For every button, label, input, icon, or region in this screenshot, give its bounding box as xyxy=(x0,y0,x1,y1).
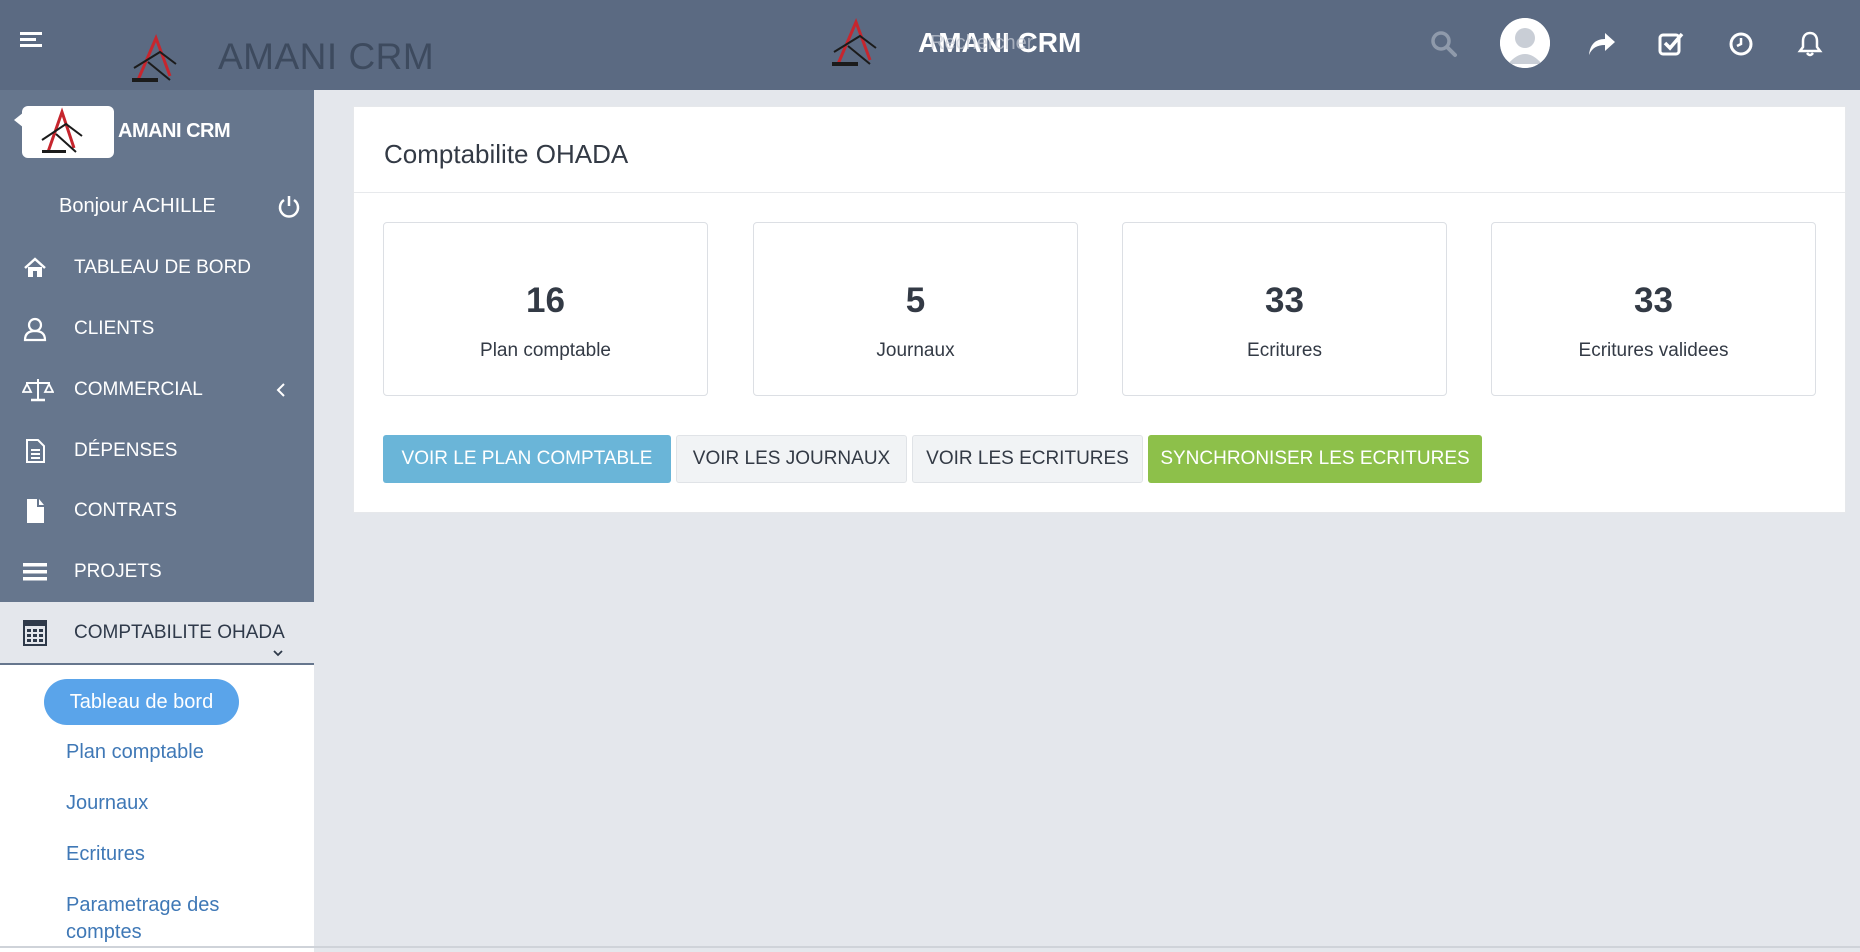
document-icon xyxy=(26,439,45,463)
sidebar-item-comptabilite-ohada[interactable]: COMPTABILITE OHADA xyxy=(0,602,314,663)
sidebar-item-commercial[interactable]: COMMERCIAL xyxy=(0,359,314,420)
stat-label: Ecritures validees xyxy=(1578,340,1729,361)
sidebar-brand-title: AMANI CRM xyxy=(118,120,231,142)
clock-icon[interactable] xyxy=(1721,24,1761,64)
search-placeholder[interactable]: Rechercher xyxy=(930,32,1033,55)
sidebar-item-clients[interactable]: CLIENTS xyxy=(0,298,314,359)
sidebar-item-label: CLIENTS xyxy=(74,318,155,339)
stat-value: 16 xyxy=(526,281,565,320)
stat-card-ecritures-validees: 33 Ecritures validees xyxy=(1491,222,1816,396)
submenu-item-ecritures[interactable]: Ecritures xyxy=(66,843,145,866)
sidebar: AMANI CRM Bonjour ACHILLE TABLEAU DE BOR… xyxy=(0,90,314,952)
synchroniser-ecritures-button[interactable]: SYNCHRONISER LES ECRITURES xyxy=(1148,435,1482,483)
main-panel: Comptabilite OHADA 16 Plan comptable 5 J… xyxy=(353,106,1846,513)
page-title: Comptabilite OHADA xyxy=(384,139,629,169)
sidebar-item-label: COMMERCIAL xyxy=(74,379,203,400)
home-icon xyxy=(24,257,46,277)
app-logo[interactable] xyxy=(130,32,182,86)
sidebar-item-label: TABLEAU DE BORD xyxy=(74,257,252,278)
sidebar-brand-logo[interactable] xyxy=(22,106,114,158)
stat-value: 33 xyxy=(1634,281,1673,320)
share-icon[interactable] xyxy=(1582,24,1622,64)
app-title: AMANI CRM xyxy=(218,36,435,77)
search-icon[interactable] xyxy=(1424,24,1464,64)
stat-value: 33 xyxy=(1265,281,1304,320)
sidebar-item-contrats[interactable]: CONTRATS xyxy=(0,480,314,541)
sidebar-item-depenses[interactable]: DÉPENSES xyxy=(0,420,314,481)
stat-card-plan-comptable: 16 Plan comptable xyxy=(383,222,708,396)
stat-label: Ecritures xyxy=(1247,340,1322,361)
sidebar-item-label: COMPTABILITE OHADA xyxy=(74,622,285,643)
submenu-item-plan-comptable[interactable]: Plan comptable xyxy=(66,741,204,764)
voir-ecritures-button[interactable]: VOIR LES ECRITURES xyxy=(912,435,1143,483)
divider xyxy=(354,192,1845,193)
sidebar-item-label: PROJETS xyxy=(74,561,162,582)
bars-icon xyxy=(23,563,47,581)
top-bar: AMANI CRM AMANI CRM Rechercher xyxy=(0,0,1860,90)
balance-scale-icon xyxy=(22,379,54,402)
user-greeting: Bonjour ACHILLE xyxy=(59,195,216,217)
center-logo xyxy=(832,17,877,66)
submenu-item-parametrage[interactable]: Parametrage des xyxy=(66,894,219,917)
submenu-item-tableau-de-bord[interactable]: Tableau de bord xyxy=(44,679,239,725)
stat-label: Journaux xyxy=(876,340,955,361)
checkbox-icon[interactable] xyxy=(1651,24,1691,64)
submenu-item-journaux[interactable]: Journaux xyxy=(66,792,148,815)
chevron-left-icon xyxy=(276,383,285,397)
voir-plan-comptable-button[interactable]: VOIR LE PLAN COMPTABLE xyxy=(383,435,671,483)
sidebar-item-projets[interactable]: PROJETS xyxy=(0,541,314,602)
page-bottom-border xyxy=(0,946,1860,948)
hamburger-icon[interactable] xyxy=(20,32,42,50)
power-icon[interactable] xyxy=(277,194,301,218)
file-icon xyxy=(27,499,44,523)
avatar[interactable] xyxy=(1500,18,1550,68)
stat-card-journaux: 5 Journaux xyxy=(753,222,1078,396)
sidebar-item-label: DÉPENSES xyxy=(74,440,178,461)
chevron-down-icon xyxy=(273,650,283,657)
sidebar-item-tableau-de-bord[interactable]: TABLEAU DE BORD xyxy=(0,237,314,298)
sidebar-item-label: CONTRATS xyxy=(74,500,178,521)
user-icon xyxy=(23,317,47,342)
bell-icon[interactable] xyxy=(1790,24,1830,64)
submenu-comptabilite: Tableau de bord Plan comptable Journaux … xyxy=(0,665,314,952)
stat-label: Plan comptable xyxy=(480,340,611,361)
voir-journaux-button[interactable]: VOIR LES JOURNAUX xyxy=(676,435,907,483)
calculator-icon xyxy=(23,620,47,646)
stat-value: 5 xyxy=(905,281,926,320)
submenu-item-parametrage-cont[interactable]: comptes xyxy=(66,921,142,944)
stat-card-ecritures: 33 Ecritures xyxy=(1122,222,1447,396)
